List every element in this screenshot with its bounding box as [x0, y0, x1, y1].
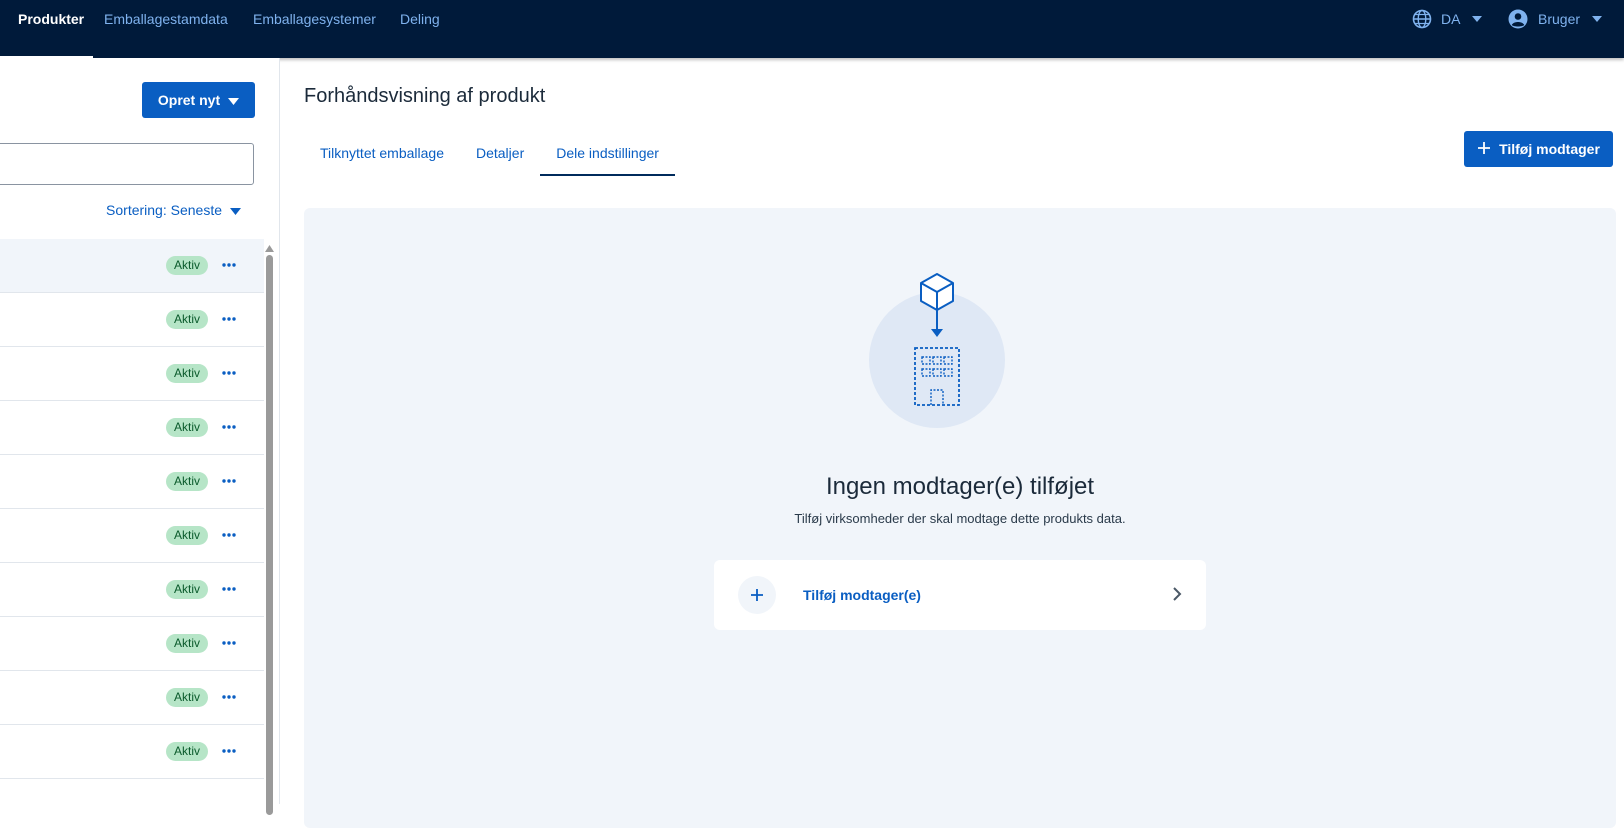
- add-recipient-label: Tilføj modtager: [1499, 141, 1600, 157]
- chevron-down-icon: [230, 202, 241, 218]
- create-new-button[interactable]: Opret nyt: [142, 82, 255, 118]
- list-item[interactable]: Aktiv: [0, 671, 264, 725]
- status-badge: Aktiv: [165, 472, 208, 491]
- scroll-up-arrow-icon[interactable]: [265, 239, 274, 252]
- status-badge: Aktiv: [165, 310, 208, 329]
- nav-item-emballagesystemer[interactable]: Emballagesystemer: [253, 0, 376, 58]
- status-badge: Aktiv: [165, 256, 208, 275]
- package-distribution-illustration-icon: [867, 271, 1007, 436]
- product-preview-panel: Forhåndsvisning af produkt Tilknyttet em…: [280, 58, 1624, 828]
- sort-dropdown[interactable]: Sortering: Seneste: [106, 202, 241, 218]
- empty-state-subtitle: Tilføj virksomheder der skal modtage det…: [794, 511, 1126, 526]
- more-options-icon[interactable]: [216, 630, 242, 656]
- page-title: Forhåndsvisning af produkt: [304, 85, 546, 107]
- list-item[interactable]: Aktiv: [0, 509, 264, 563]
- globe-icon: [1412, 9, 1432, 29]
- more-options-icon[interactable]: [216, 576, 242, 602]
- status-badge: Aktiv: [165, 418, 208, 437]
- empty-state-title: Ingen modtager(e) tilføjet: [825, 473, 1095, 500]
- tab-detaljer[interactable]: Detaljer: [460, 130, 540, 176]
- chevron-down-icon: [228, 92, 240, 108]
- more-options-icon[interactable]: [216, 738, 242, 764]
- status-badge: Aktiv: [165, 688, 208, 707]
- status-badge: Aktiv: [165, 580, 208, 599]
- list-scrollbar[interactable]: [265, 239, 274, 815]
- status-badge: Aktiv: [165, 634, 208, 653]
- list-item[interactable]: Aktiv: [0, 563, 264, 617]
- more-options-icon[interactable]: [216, 252, 242, 278]
- language-label: DA: [1441, 11, 1461, 27]
- chevron-down-icon: [1592, 16, 1603, 22]
- add-recipient-button[interactable]: Tilføj modtager: [1464, 131, 1613, 167]
- more-options-icon[interactable]: [216, 414, 242, 440]
- more-options-icon[interactable]: [216, 306, 242, 332]
- user-avatar-icon: [1508, 9, 1528, 29]
- product-list: Aktiv Aktiv Aktiv Aktiv Aktiv Aktiv Aktiv Aktiv…: [0, 239, 264, 779]
- top-navigation: Produkter Emballagestamdata Emballagesys…: [0, 0, 1624, 58]
- status-badge: Aktiv: [165, 364, 208, 383]
- add-recipients-card[interactable]: Tilføj modtager(e): [714, 560, 1206, 630]
- empty-state: Ingen modtager(e) tilføjet Tilføj virkso…: [304, 208, 1616, 828]
- chevron-right-icon: [1172, 586, 1182, 607]
- list-item[interactable]: Aktiv: [0, 401, 264, 455]
- chevron-down-icon: [1472, 16, 1483, 22]
- more-options-icon[interactable]: [216, 684, 242, 710]
- status-badge: Aktiv: [165, 526, 208, 545]
- search-input[interactable]: [0, 143, 254, 185]
- tab-tilknyttet-emballage[interactable]: Tilknyttet emballage: [304, 130, 460, 176]
- more-options-icon[interactable]: [216, 360, 242, 386]
- create-new-label: Opret nyt: [157, 92, 221, 108]
- nav-item-emballagestamdata[interactable]: Emballagestamdata: [104, 0, 228, 58]
- status-badge: Aktiv: [165, 742, 208, 761]
- plus-icon: [738, 576, 776, 614]
- scroll-thumb[interactable]: [266, 255, 273, 815]
- nav-item-deling[interactable]: Deling: [400, 0, 440, 58]
- list-item[interactable]: Aktiv: [0, 725, 264, 779]
- list-item[interactable]: Aktiv: [0, 617, 264, 671]
- list-item[interactable]: Aktiv: [0, 455, 264, 509]
- more-options-icon[interactable]: [216, 468, 242, 494]
- user-label: Bruger: [1538, 11, 1581, 27]
- nav-item-produkter[interactable]: Produkter: [18, 0, 84, 58]
- tab-bar: Tilknyttet emballage Detaljer Dele indst…: [304, 130, 675, 176]
- add-recipients-label: Tilføj modtager(e): [803, 587, 921, 603]
- plus-icon: [1477, 141, 1491, 158]
- user-menu[interactable]: Bruger: [1508, 0, 1603, 38]
- product-list-panel: Opret nyt Sortering: Seneste Aktiv Aktiv A…: [0, 58, 280, 815]
- sort-label: Sortering: Seneste: [106, 202, 222, 218]
- language-selector[interactable]: DA: [1412, 0, 1483, 38]
- list-item[interactable]: Aktiv: [0, 239, 264, 293]
- more-options-icon[interactable]: [216, 522, 242, 548]
- list-item[interactable]: Aktiv: [0, 347, 264, 401]
- list-item[interactable]: Aktiv: [0, 293, 264, 347]
- tab-dele-indstillinger[interactable]: Dele indstillinger: [540, 130, 675, 176]
